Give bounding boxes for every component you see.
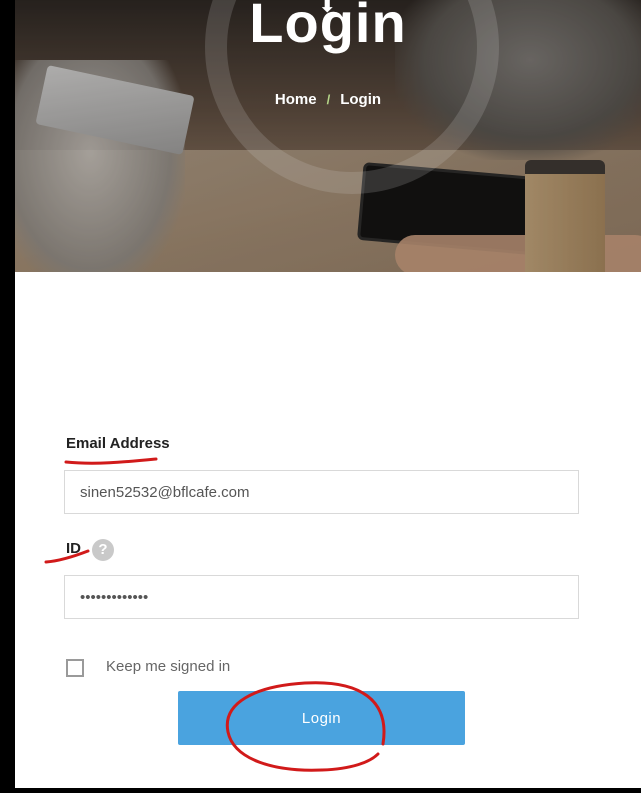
- email-field[interactable]: [64, 470, 579, 514]
- screenshot-frame: ⬇ Login Home / Login Email Address ID ? Ke…: [0, 0, 641, 793]
- id-password-field[interactable]: [64, 575, 579, 619]
- arrow-down-icon: ⬇: [318, 0, 337, 17]
- login-button[interactable]: Login: [178, 691, 465, 745]
- login-form-panel: Email Address ID ? Keep me signed in Log…: [15, 272, 641, 793]
- id-label: ID: [66, 540, 81, 557]
- help-icon[interactable]: ?: [92, 539, 114, 561]
- breadcrumb-current: Login: [340, 91, 382, 108]
- keep-signed-in-label[interactable]: Keep me signed in: [106, 658, 230, 675]
- bottom-border: [0, 788, 641, 793]
- hero-banner: Login Home / Login: [15, 0, 641, 272]
- breadcrumb-home-link[interactable]: Home: [275, 91, 317, 108]
- keep-signed-in-checkbox[interactable]: [66, 659, 84, 677]
- email-label: Email Address: [66, 435, 170, 452]
- breadcrumb: Home / Login: [15, 91, 641, 108]
- breadcrumb-separator: /: [326, 92, 331, 107]
